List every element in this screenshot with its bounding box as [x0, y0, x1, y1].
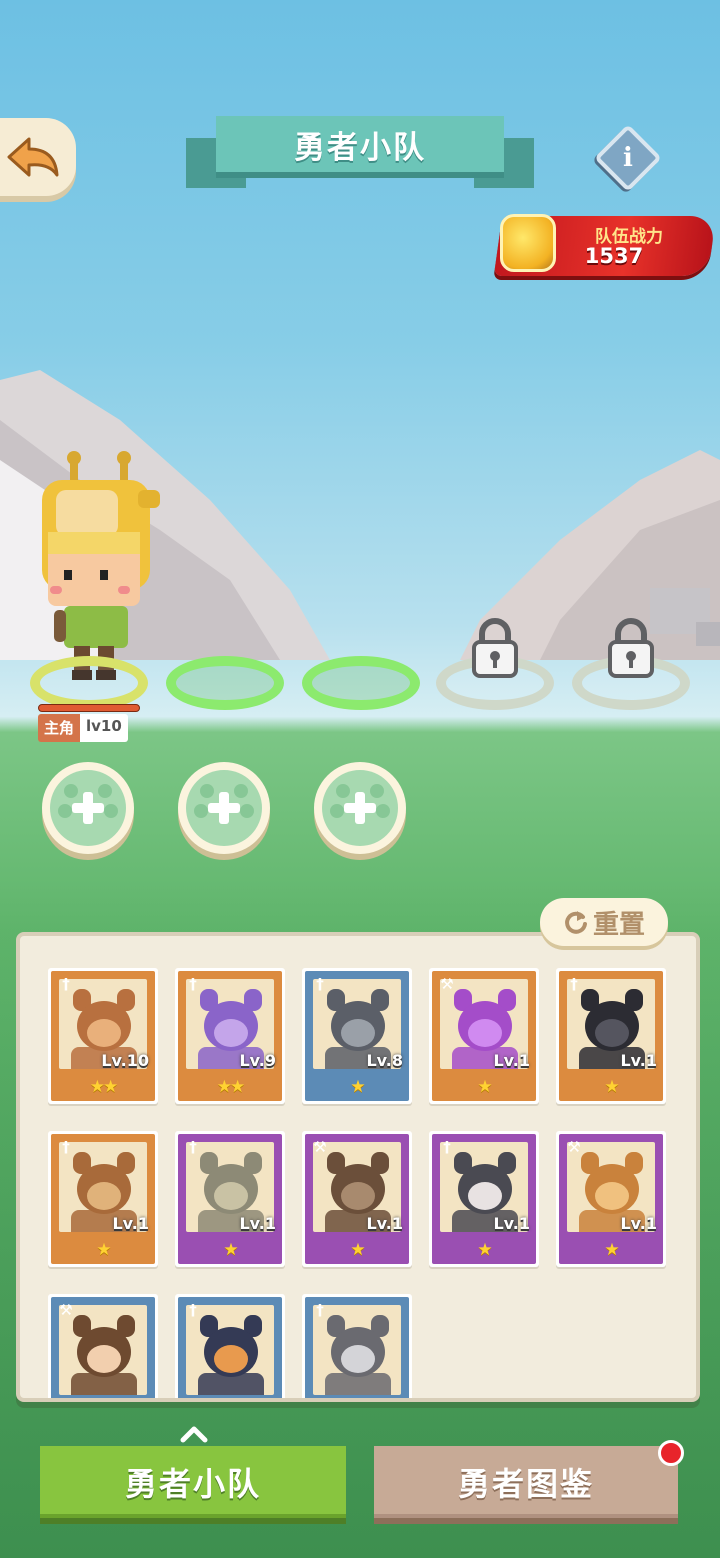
hero-card[interactable]: † Lv.1 ★	[175, 1131, 285, 1267]
team-slot-leader[interactable]	[30, 656, 148, 710]
add-member-button[interactable]	[42, 762, 134, 854]
card-frame: ⚒ Lv.1 ★	[559, 1134, 663, 1264]
hero-roster-panel[interactable]: † Lv.10 ★★ † Lv.9 ★★ † Lv.8 ★ ⚒ Lv.1 ★ † Lv.1 ★ † Lv.1 ★ †…	[16, 932, 700, 1402]
sword-class-icon: †	[62, 975, 70, 993]
card-frame: † Lv.9 ★★	[178, 971, 282, 1101]
card-frame: ⚒ Lv.1 ★	[432, 971, 536, 1101]
paw-plus-icon	[50, 770, 126, 846]
hero-level-label: Lv.1	[493, 1051, 530, 1070]
leader-role-label: 主角	[38, 714, 81, 742]
hammer-class-icon: ⚒	[567, 1138, 581, 1156]
sword-class-icon: †	[316, 975, 324, 993]
star-rating: ★	[96, 1240, 111, 1260]
sword-class-icon: †	[570, 975, 578, 993]
card-frame: ⚒	[51, 1297, 155, 1398]
leader-level-label: lv10	[80, 714, 128, 742]
hammer-class-icon: ⚒	[313, 1138, 327, 1156]
tab-hero-codex[interactable]: 勇者图鉴	[374, 1446, 678, 1518]
refresh-icon	[565, 911, 587, 934]
lock-icon	[472, 618, 518, 678]
hero-card[interactable]: † Lv.1 ★	[429, 1131, 539, 1267]
hero-level-label: Lv.9	[239, 1051, 276, 1070]
star-rating: ★	[604, 1077, 619, 1097]
reset-button[interactable]: 重置	[540, 898, 668, 946]
leader-tag: 主角 lv10	[38, 714, 128, 742]
add-member-button[interactable]	[178, 762, 270, 854]
page-title: 勇者小队	[216, 116, 504, 178]
hero-level-label: Lv.1	[620, 1214, 657, 1233]
hero-card[interactable]: ⚒ Lv.1 ★	[302, 1131, 412, 1267]
hero-card[interactable]: ⚒	[48, 1294, 158, 1398]
star-rating: ★	[477, 1077, 492, 1097]
tab-hero-squad[interactable]: 勇者小队	[40, 1446, 346, 1518]
hero-level-label: Lv.1	[112, 1214, 149, 1233]
back-button[interactable]	[0, 118, 76, 196]
hero-card[interactable]: † Lv.10 ★★	[48, 968, 158, 1104]
paw-plus-icon	[322, 770, 398, 846]
star-rating: ★	[477, 1240, 492, 1260]
hero-card[interactable]: †	[302, 1294, 412, 1398]
sword-class-icon: †	[189, 975, 197, 993]
hero-level-label: Lv.10	[101, 1051, 149, 1070]
card-frame: † Lv.1 ★	[432, 1134, 536, 1264]
sword-class-icon: †	[443, 1138, 451, 1156]
card-frame: † Lv.1 ★	[51, 1134, 155, 1264]
card-frame: †	[178, 1297, 282, 1398]
paw-plus-icon	[186, 770, 262, 846]
card-frame: † Lv.10 ★★	[51, 971, 155, 1101]
hero-level-label: Lv.1	[493, 1214, 530, 1233]
hero-level-label: Lv.1	[239, 1214, 276, 1233]
hero-card[interactable]: † Lv.9 ★★	[175, 968, 285, 1104]
sword-class-icon: †	[189, 1301, 197, 1319]
card-frame: †	[305, 1297, 409, 1398]
sword-class-icon: †	[316, 1301, 324, 1319]
hero-character[interactable]	[34, 450, 162, 682]
title-banner: 勇者小队	[186, 116, 534, 190]
star-rating: ★★	[89, 1077, 118, 1097]
hammer-class-icon: ⚒	[440, 975, 454, 993]
hero-card[interactable]: †	[175, 1294, 285, 1398]
notification-dot	[658, 1440, 684, 1466]
hero-level-label: Lv.1	[620, 1051, 657, 1070]
team-power-value: 1537	[584, 244, 644, 268]
team-slot-open[interactable]	[166, 656, 284, 710]
back-arrow-icon	[7, 137, 59, 177]
hero-card[interactable]: † Lv.1 ★	[556, 968, 666, 1104]
star-rating: ★	[350, 1077, 365, 1097]
leader-hp-bar	[38, 704, 140, 712]
hammer-class-icon: ⚒	[59, 1301, 73, 1319]
card-frame: † Lv.1 ★	[178, 1134, 282, 1264]
add-member-button[interactable]	[314, 762, 406, 854]
card-frame: † Lv.8 ★	[305, 971, 409, 1101]
card-frame: ⚒ Lv.1 ★	[305, 1134, 409, 1264]
team-slot-open[interactable]	[302, 656, 420, 710]
hero-card[interactable]: ⚒ Lv.1 ★	[556, 1131, 666, 1267]
star-rating: ★	[604, 1240, 619, 1260]
hero-card[interactable]: ⚒ Lv.1 ★	[429, 968, 539, 1104]
power-fist-icon	[500, 214, 556, 272]
sword-class-icon: †	[189, 1138, 197, 1156]
chevron-up-icon[interactable]	[180, 1424, 208, 1444]
reset-label: 重置	[592, 909, 645, 940]
sword-class-icon: †	[62, 1138, 70, 1156]
hero-card[interactable]: † Lv.1 ★	[48, 1131, 158, 1267]
lock-icon	[608, 618, 654, 678]
star-rating: ★	[350, 1240, 365, 1260]
info-icon: i	[623, 143, 633, 173]
hero-level-label: Lv.1	[366, 1214, 403, 1233]
card-frame: † Lv.1 ★	[559, 971, 663, 1101]
star-rating: ★★	[216, 1077, 245, 1097]
hero-card[interactable]: † Lv.8 ★	[302, 968, 412, 1104]
star-rating: ★	[223, 1240, 238, 1260]
hero-level-label: Lv.8	[366, 1051, 403, 1070]
